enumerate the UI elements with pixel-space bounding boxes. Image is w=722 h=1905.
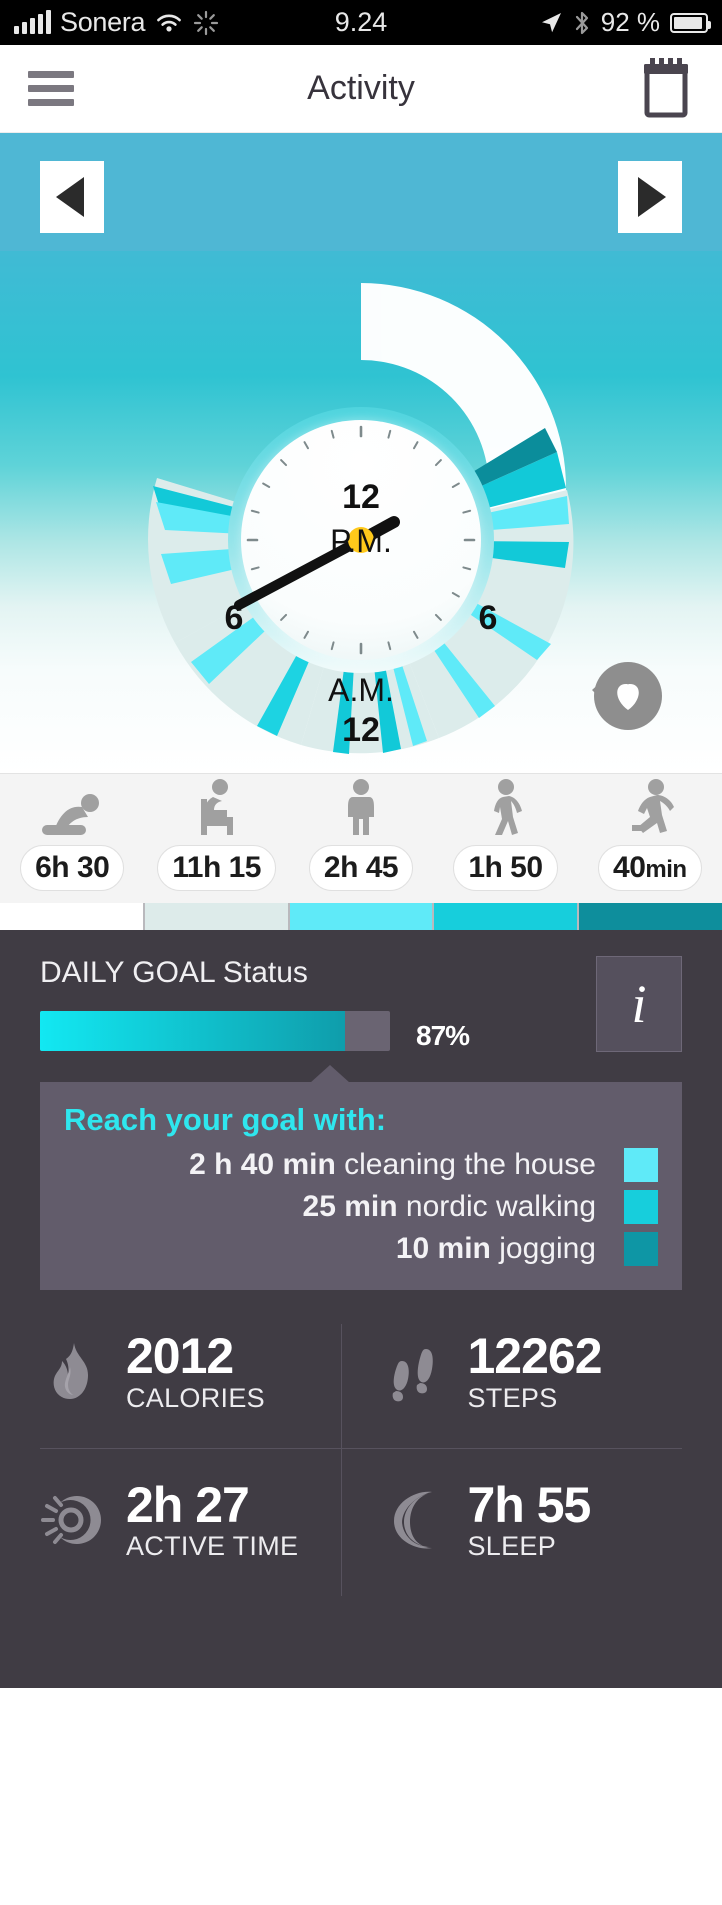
summary-panel: DAILY GOAL Status 87% i Reach your goal … bbox=[0, 930, 722, 1688]
person-standing-icon bbox=[339, 779, 383, 837]
daily-goal-section: DAILY GOAL Status 87% i bbox=[40, 956, 682, 1056]
activity-level-sleeping[interactable]: 6h 30 bbox=[0, 774, 144, 903]
person-walking-icon bbox=[481, 779, 529, 837]
sun-active-icon bbox=[40, 1490, 104, 1550]
footsteps-icon bbox=[382, 1341, 446, 1403]
suggestion-text: 2 h 40 min cleaning the house bbox=[64, 1148, 624, 1182]
stat-value: 2012 bbox=[126, 1330, 265, 1383]
clock-top-hour-label: 12 bbox=[342, 478, 380, 516]
activity-level-value: 6h 30 bbox=[20, 845, 124, 891]
wifi-icon bbox=[154, 11, 184, 35]
legend-swatch-sitting bbox=[145, 903, 290, 930]
status-bar: Sonera 9.24 92 % bbox=[0, 0, 722, 45]
suggestion-item[interactable]: 25 min nordic walking bbox=[64, 1190, 658, 1224]
suggestion-swatch bbox=[624, 1148, 658, 1182]
status-bar-left: Sonera bbox=[14, 7, 219, 38]
person-lying-icon bbox=[36, 779, 108, 837]
stat-sleep[interactable]: 7h 55 SLEEP bbox=[341, 1448, 683, 1597]
notepad-icon[interactable] bbox=[638, 58, 694, 120]
activity-spinner-icon bbox=[193, 10, 219, 36]
suggestion-text: 25 min nordic walking bbox=[64, 1190, 624, 1224]
carrier-label: Sonera bbox=[60, 7, 145, 38]
stat-value: 12262 bbox=[468, 1330, 602, 1383]
navigation-bar: Activity bbox=[0, 45, 722, 133]
legend-swatch-walking bbox=[434, 903, 579, 930]
clock-right-hour-label: 6 bbox=[479, 599, 498, 637]
location-arrow-icon bbox=[539, 11, 563, 35]
app-screen: Sonera 9.24 92 % bbox=[0, 0, 722, 1905]
activity-color-legend bbox=[0, 903, 722, 930]
legend-swatch-standing bbox=[290, 903, 435, 930]
clock-top-period-label: P.M. bbox=[330, 523, 392, 559]
activity-level-walking[interactable]: 1h 50 bbox=[433, 774, 577, 903]
date-prev-button bbox=[40, 161, 104, 233]
suggestion-item[interactable]: 10 min jogging bbox=[64, 1232, 658, 1266]
activity-level-running[interactable]: 40min bbox=[578, 774, 722, 903]
legend-swatch-sleeping bbox=[0, 903, 145, 930]
daily-goal-percent: 87% bbox=[416, 1006, 469, 1056]
clock-bottom-period-label: A.M. bbox=[328, 672, 394, 708]
stat-label: ACTIVE TIME bbox=[126, 1531, 298, 1562]
clock-bottom-hour-label: 12 bbox=[342, 711, 380, 749]
stats-row: 2h 27 ACTIVE TIME 7h 55 SLEEP bbox=[40, 1448, 682, 1597]
suggestion-swatch bbox=[624, 1190, 658, 1224]
activity-level-sitting[interactable]: 11h 15 bbox=[144, 774, 288, 903]
page-title: Activity bbox=[0, 69, 722, 108]
battery-percent-label: 92 % bbox=[601, 7, 660, 38]
moon-icon bbox=[382, 1489, 446, 1551]
stats-grid: 2012 CALORIES 12262 bbox=[40, 1324, 682, 1596]
suggestions-card-wrap: Reach your goal with: 2 h 40 min cleanin… bbox=[40, 1082, 682, 1290]
legend-swatch-running bbox=[579, 903, 722, 930]
activity-level-value: 1h 50 bbox=[453, 845, 557, 891]
info-button[interactable]: i bbox=[596, 956, 682, 1052]
activity-level-value: 11h 15 bbox=[157, 845, 276, 891]
heart-badge bbox=[592, 662, 662, 730]
person-sitting-icon bbox=[189, 779, 245, 837]
stat-active-time[interactable]: 2h 27 ACTIVE TIME bbox=[40, 1448, 341, 1597]
battery-icon bbox=[670, 13, 708, 33]
person-running-icon bbox=[624, 779, 676, 837]
stats-row: 2012 CALORIES 12262 bbox=[40, 1324, 682, 1448]
stat-value: 2h 27 bbox=[126, 1479, 298, 1532]
stat-label: CALORIES bbox=[126, 1383, 265, 1414]
suggestion-text: 10 min jogging bbox=[64, 1232, 624, 1266]
activity-dial-graphic: 12 P.M. 6 6 A.M. 12 bbox=[0, 133, 722, 773]
stat-steps[interactable]: 12262 STEPS bbox=[341, 1324, 683, 1448]
activity-dial-hero: 12 P.M. 6 6 A.M. 12 bbox=[0, 133, 722, 773]
flame-icon bbox=[40, 1341, 104, 1403]
activity-levels-row: 6h 30 11h 15 bbox=[0, 773, 722, 903]
suggestion-swatch bbox=[624, 1232, 658, 1266]
stat-label: STEPS bbox=[468, 1383, 602, 1414]
signal-bars-icon bbox=[14, 12, 51, 34]
stat-value: 7h 55 bbox=[468, 1479, 591, 1532]
stat-calories[interactable]: 2012 CALORIES bbox=[40, 1324, 341, 1448]
activity-level-standing[interactable]: 2h 45 bbox=[289, 774, 433, 903]
date-next-button bbox=[618, 161, 682, 233]
clock-left-hour-label: 6 bbox=[225, 599, 244, 637]
suggestions-card: Reach your goal with: 2 h 40 min cleanin… bbox=[40, 1082, 682, 1290]
suggestions-heading: Reach your goal with: bbox=[64, 1102, 658, 1138]
suggestion-item[interactable]: 2 h 40 min cleaning the house bbox=[64, 1148, 658, 1182]
status-bar-right: 92 % bbox=[539, 7, 708, 38]
activity-level-value: 2h 45 bbox=[309, 845, 413, 891]
tooltip-arrow bbox=[310, 1065, 350, 1083]
daily-goal-progress-bar bbox=[40, 1011, 390, 1051]
daily-goal-title: DAILY GOAL Status bbox=[40, 956, 576, 990]
stat-label: SLEEP bbox=[468, 1531, 591, 1562]
bluetooth-icon bbox=[573, 10, 591, 36]
activity-level-value: 40min bbox=[598, 845, 702, 891]
